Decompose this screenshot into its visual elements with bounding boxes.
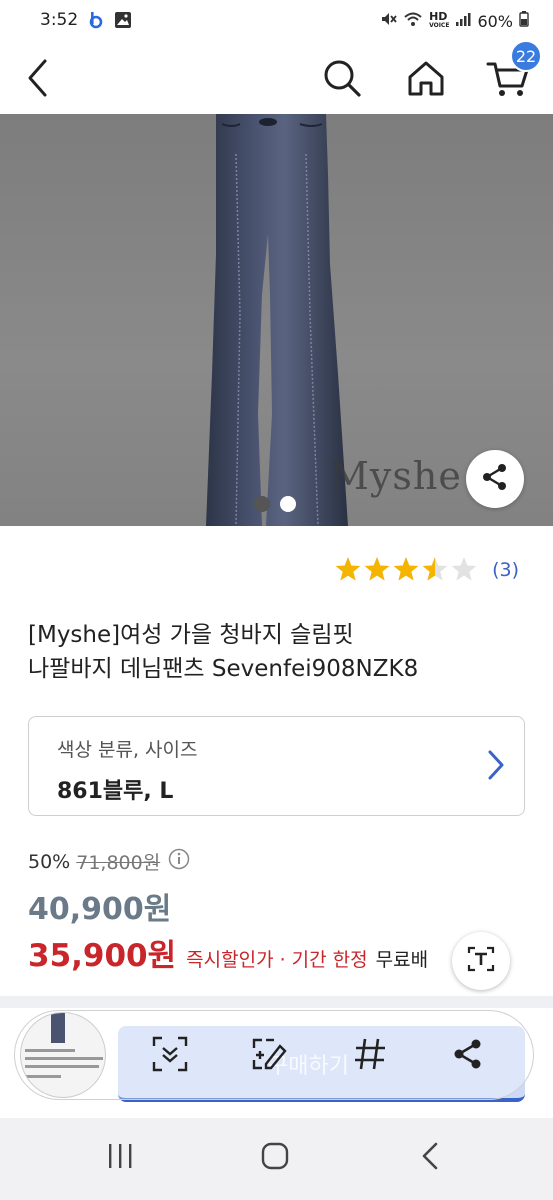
scroll-capture-icon bbox=[151, 1035, 189, 1077]
app-bar bbox=[0, 42, 553, 114]
thumb-line bbox=[25, 1057, 103, 1060]
battery-text: 60% bbox=[477, 11, 513, 31]
tag-icon bbox=[351, 1035, 389, 1077]
status-right: HD VOICE 60% bbox=[379, 10, 529, 32]
chevron-right-icon bbox=[486, 749, 506, 785]
search-icon[interactable] bbox=[318, 54, 366, 102]
back-arrow-icon[interactable] bbox=[14, 54, 62, 102]
nav-back-button[interactable] bbox=[400, 1138, 460, 1178]
option-selector[interactable]: 색상 분류, 사이즈 861블루, L bbox=[28, 716, 525, 816]
wifi-icon bbox=[403, 11, 423, 31]
edit-capture-icon bbox=[250, 1034, 290, 1078]
recents-button[interactable] bbox=[90, 1138, 150, 1178]
system-nav-bar bbox=[0, 1118, 553, 1200]
promo-price: 35,900원 bbox=[28, 938, 177, 974]
b-app-icon bbox=[88, 11, 104, 33]
discount-row: 50% 71,800원 bbox=[28, 848, 190, 875]
rating-stars bbox=[335, 557, 477, 581]
star-filled bbox=[335, 557, 361, 581]
pager-dot-2[interactable] bbox=[280, 496, 296, 512]
discount-percent: 50% bbox=[28, 850, 71, 873]
share-button[interactable] bbox=[466, 450, 524, 508]
capture-thumbnail[interactable] bbox=[20, 1012, 106, 1098]
promo-row: 35,900원 즉시할인가 · 기간 한정 무료배 bbox=[28, 930, 428, 975]
share-icon bbox=[451, 1037, 485, 1075]
status-time: 3:52 bbox=[40, 10, 79, 30]
image-pager bbox=[254, 496, 296, 512]
cart-count-badge: 22 bbox=[510, 40, 542, 72]
share-icon bbox=[480, 462, 510, 496]
original-price: 71,800원 bbox=[76, 852, 161, 874]
tag-button[interactable] bbox=[344, 1030, 396, 1082]
option-label: 색상 분류, 사이즈 bbox=[57, 739, 198, 761]
home-icon[interactable] bbox=[402, 54, 450, 102]
text-extract-button[interactable] bbox=[452, 932, 510, 990]
network-voice: VOICE bbox=[429, 22, 450, 29]
option-value: 861블루, L bbox=[57, 779, 174, 804]
recents-icon bbox=[105, 1142, 135, 1174]
star-filled bbox=[393, 557, 419, 581]
info-icon[interactable] bbox=[168, 848, 190, 875]
review-count[interactable]: (3) bbox=[492, 559, 519, 581]
rating[interactable]: (3) bbox=[334, 556, 519, 584]
pager-dot-1[interactable] bbox=[254, 496, 270, 512]
star-filled bbox=[364, 557, 390, 581]
section-divider bbox=[0, 996, 553, 1008]
mute-icon bbox=[379, 10, 397, 32]
thumb-line bbox=[25, 1065, 99, 1068]
network-hd: HD bbox=[429, 10, 448, 23]
product-image[interactable]: Myshe bbox=[0, 114, 553, 526]
capture-share-button[interactable] bbox=[442, 1030, 494, 1082]
product-title-line1: [Myshe]여성 가을 청바지 슬림핏 bbox=[28, 622, 354, 648]
signal-icon bbox=[455, 11, 471, 31]
product-title: [Myshe]여성 가을 청바지 슬림핏 나팔바지 데님팬츠 Sevenfei9… bbox=[28, 618, 528, 686]
edit-capture-button[interactable] bbox=[244, 1030, 296, 1082]
home-icon bbox=[260, 1141, 290, 1175]
brand-watermark: Myshe bbox=[330, 454, 462, 498]
nav-home-button[interactable] bbox=[245, 1138, 305, 1178]
shipping-info: 무료배 bbox=[375, 949, 429, 971]
thumb-jeans bbox=[51, 1013, 65, 1043]
network-label: HD VOICE bbox=[429, 10, 450, 30]
gallery-icon bbox=[114, 11, 132, 33]
status-left-icons bbox=[88, 11, 132, 33]
scroll-capture-button[interactable] bbox=[144, 1030, 196, 1082]
product-title-line2: 나팔바지 데님팬츠 Sevenfei908NZK8 bbox=[28, 656, 419, 682]
status-bar: 3:52 HD VOICE 60% bbox=[0, 0, 553, 42]
sale-price: 40,900원 bbox=[28, 892, 172, 927]
battery-icon bbox=[519, 11, 529, 31]
star-empty bbox=[451, 557, 477, 581]
promo-description: 즉시할인가 · 기간 한정 bbox=[186, 949, 368, 971]
thumb-line bbox=[25, 1075, 61, 1078]
back-icon bbox=[420, 1141, 440, 1175]
thumb-line bbox=[25, 1049, 75, 1052]
text-extract-icon bbox=[466, 944, 496, 978]
